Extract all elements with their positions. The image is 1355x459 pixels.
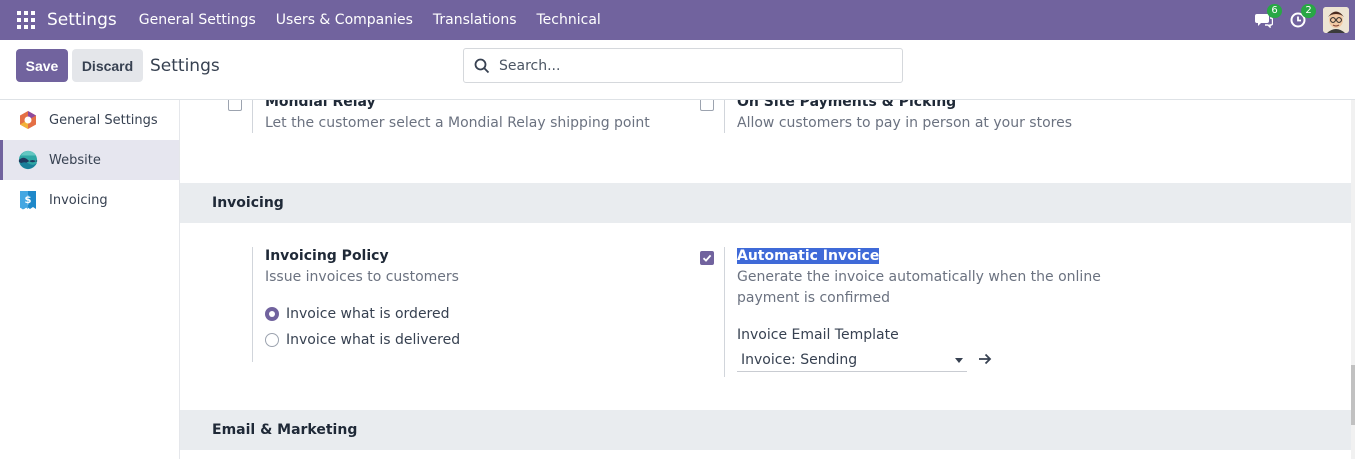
website-icon bbox=[18, 150, 38, 170]
systray: 6 2 bbox=[1247, 0, 1355, 40]
invoicing-policy-title: Invoicing Policy bbox=[265, 248, 389, 264]
email-template-label: Invoice Email Template bbox=[737, 327, 899, 343]
mondial-relay-description: Let the customer select a Mondial Relay … bbox=[265, 115, 650, 131]
top-navbar: Settings General Settings Users & Compan… bbox=[0, 0, 1355, 40]
invoicing-icon: $ bbox=[18, 190, 38, 210]
divider bbox=[724, 247, 725, 377]
odoo-settings-icon bbox=[18, 110, 38, 130]
invoicing-policy-description: Issue invoices to customers bbox=[265, 269, 459, 285]
search-input[interactable] bbox=[499, 57, 879, 74]
radio-invoice-delivered[interactable]: Invoice what is delivered bbox=[265, 332, 460, 348]
search-icon bbox=[474, 58, 490, 73]
radio-label: Invoice what is ordered bbox=[286, 306, 450, 322]
apps-menu-icon[interactable] bbox=[17, 11, 35, 29]
search-box[interactable] bbox=[463, 48, 903, 83]
settings-main: Mondial Relay Let the customer select a … bbox=[180, 100, 1351, 459]
divider bbox=[252, 247, 253, 362]
email-template-select[interactable]: Invoice: Sending bbox=[737, 348, 967, 372]
onsite-payments-checkbox[interactable] bbox=[700, 100, 714, 111]
activities-count-badge: 2 bbox=[1301, 4, 1316, 18]
sidebar-item-invoicing[interactable]: $ Invoicing bbox=[0, 180, 179, 220]
sidebar-item-label: Invoicing bbox=[49, 192, 108, 208]
app-brand[interactable]: Settings bbox=[47, 10, 117, 30]
automatic-invoice-title: Automatic Invoice bbox=[737, 248, 880, 264]
email-template-value: Invoice: Sending bbox=[741, 351, 858, 368]
divider bbox=[724, 100, 725, 133]
discard-button[interactable]: Discard bbox=[72, 49, 143, 82]
automatic-invoice-description: Generate the invoice automatically when … bbox=[737, 269, 1101, 306]
user-avatar[interactable] bbox=[1323, 7, 1349, 33]
scrollbar-thumb[interactable] bbox=[1351, 365, 1355, 425]
messages-button[interactable]: 6 bbox=[1247, 0, 1282, 40]
radio-invoice-ordered[interactable]: Invoice what is ordered bbox=[265, 306, 450, 322]
section-header-invoicing: Invoicing bbox=[180, 183, 1351, 223]
svg-text:$: $ bbox=[25, 195, 32, 206]
radio-button-selected[interactable] bbox=[265, 307, 279, 321]
menu-technical[interactable]: Technical bbox=[537, 12, 601, 28]
settings-sidebar: General Settings Website $ Invoicing bbox=[0, 100, 180, 459]
section-header-email-marketing: Email & Marketing bbox=[180, 410, 1351, 450]
menu-general-settings[interactable]: General Settings bbox=[139, 12, 256, 28]
activities-button[interactable]: 2 bbox=[1281, 0, 1316, 40]
onsite-payments-title: On Site Payments & Picking bbox=[737, 100, 957, 110]
chevron-down-icon bbox=[955, 358, 963, 363]
menu-translations[interactable]: Translations bbox=[433, 12, 517, 28]
onsite-payments-description: Allow customers to pay in person at your… bbox=[737, 115, 1073, 131]
sidebar-item-website[interactable]: Website bbox=[0, 140, 179, 180]
messages-count-badge: 6 bbox=[1267, 4, 1282, 18]
divider bbox=[252, 100, 253, 133]
menu-users-companies[interactable]: Users & Companies bbox=[276, 12, 413, 28]
save-button[interactable]: Save bbox=[16, 49, 68, 82]
arrow-right-icon[interactable] bbox=[978, 353, 992, 365]
checkmark-icon bbox=[702, 254, 712, 262]
control-panel: Save Discard Settings bbox=[0, 40, 1355, 100]
sidebar-item-label: General Settings bbox=[49, 112, 158, 128]
radio-button[interactable] bbox=[265, 333, 279, 347]
radio-label: Invoice what is delivered bbox=[286, 332, 461, 348]
mondial-relay-title: Mondial Relay bbox=[265, 100, 376, 110]
automatic-invoice-checkbox[interactable] bbox=[700, 251, 714, 265]
page-title: Settings bbox=[150, 56, 220, 76]
mondial-relay-checkbox[interactable] bbox=[228, 100, 242, 111]
automatic-invoice-title-text: Automatic Invoice bbox=[737, 248, 880, 264]
sidebar-item-general-settings[interactable]: General Settings bbox=[0, 100, 179, 140]
sidebar-item-label: Website bbox=[49, 152, 101, 168]
